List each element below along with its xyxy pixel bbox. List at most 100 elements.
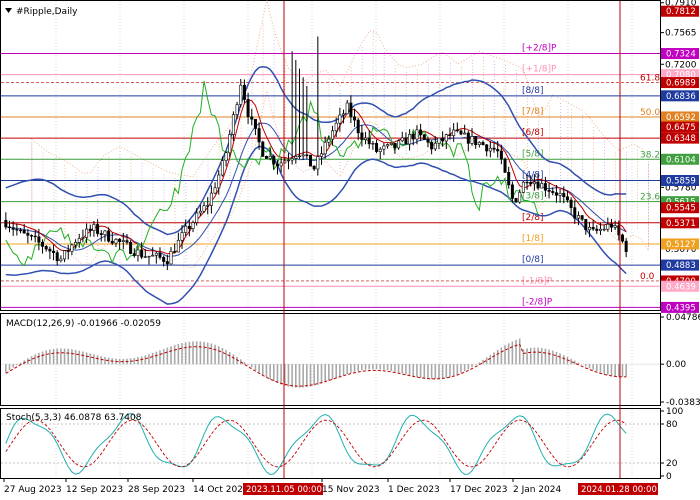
candle-body xyxy=(165,261,169,265)
candle-body xyxy=(620,234,624,242)
price-tag-1: 0.7324 xyxy=(666,50,696,60)
candle-body xyxy=(448,134,452,136)
chart-canvas[interactable]: [+2/8]P[+1/8]P[8/8][7/8][6/8][5/8][4/8][… xyxy=(0,0,700,500)
candle-body xyxy=(184,225,188,233)
price-tag-5: 0.6592 xyxy=(666,113,696,123)
candle-body xyxy=(41,242,45,247)
candle-body xyxy=(209,192,213,206)
price-tag-0: 0.7812 xyxy=(666,7,696,17)
candle-body xyxy=(477,142,481,145)
macd-tick-label-1: 0.00 xyxy=(666,360,686,370)
candle-body xyxy=(624,240,628,252)
murrey-label-1: [+1/8]P xyxy=(522,65,557,75)
candle-body xyxy=(356,119,360,134)
candle-body xyxy=(609,223,613,228)
candle-body xyxy=(543,183,547,191)
candle-body xyxy=(400,137,404,142)
murrey-label-0: [+2/8]P xyxy=(522,44,557,54)
candle-body xyxy=(510,184,514,199)
murrey-label-12: [-2/8]P xyxy=(522,297,553,307)
candle-body xyxy=(320,153,324,157)
candle-body xyxy=(206,205,210,207)
candle-body xyxy=(408,134,412,145)
candle-body xyxy=(279,162,283,167)
candle-body xyxy=(488,147,492,152)
price-pane[interactable] xyxy=(0,0,661,311)
candle-body xyxy=(272,155,276,165)
candle-body xyxy=(52,250,56,253)
fib-label-4: 0.0 xyxy=(640,272,655,282)
candle-body xyxy=(180,232,184,241)
candle-body xyxy=(242,84,246,100)
time-axis: 27 Aug 2023 12 Sep 2023 28 Sep 2023 14 Oct … xyxy=(3,478,658,495)
candle-body xyxy=(562,193,566,198)
candle-body xyxy=(191,222,195,229)
candle-body xyxy=(55,252,59,262)
candle-body xyxy=(26,232,30,236)
time-highlight-1: 2024.01.28 00:00 xyxy=(581,485,657,495)
price-tick-label-1: 0.7565 xyxy=(665,29,697,39)
time-highlight-0: 2023.11.05 00:00 xyxy=(246,485,322,495)
time-label-0: 27 Aug 2023 xyxy=(4,485,62,495)
candle-body xyxy=(521,181,525,193)
window-title: #Ripple,Daily xyxy=(16,7,78,17)
candle-body xyxy=(426,139,430,143)
chart-window[interactable]: [+2/8]P [+1/8]P [8/8] [7/8] [6/8] [5/8] [4/8][… xyxy=(0,0,700,500)
candle-body xyxy=(224,152,228,161)
fib-label-0: 61.8 xyxy=(640,74,660,84)
price-tick-label-2: 0.7200 xyxy=(665,60,697,70)
candle-body xyxy=(367,137,371,145)
candle-body xyxy=(312,165,316,170)
candle-body xyxy=(389,142,393,145)
price-tag-12: 0.5371 xyxy=(666,219,696,229)
candle-body xyxy=(540,183,544,189)
candle-body xyxy=(4,219,8,228)
candle-body xyxy=(297,155,301,158)
candle-body xyxy=(92,224,96,231)
candle-body xyxy=(382,145,386,150)
candle-body xyxy=(334,122,338,132)
fib-label-3: 23.6 xyxy=(640,193,660,203)
candle-body xyxy=(345,102,349,115)
candle-body xyxy=(136,249,140,256)
murrey-label-2: [8/8] xyxy=(522,86,544,96)
fib-label-2: 38.2 xyxy=(640,150,660,160)
candle-body xyxy=(290,158,294,161)
time-label-5: 1 Dec 2023 xyxy=(388,485,440,495)
candle-body xyxy=(44,246,48,250)
candle-body xyxy=(217,174,221,189)
price-tag-4: 0.6836 xyxy=(666,92,696,102)
candle-body xyxy=(481,142,485,146)
candle-body xyxy=(455,129,459,132)
candle-body xyxy=(397,140,401,149)
candle-body xyxy=(301,154,305,157)
price-tag-17: 0.4395 xyxy=(666,303,696,313)
candle-body xyxy=(70,244,74,252)
time-label-1: 12 Sep 2023 xyxy=(66,485,123,495)
candle-body xyxy=(342,113,346,116)
murrey-label-10: [0/8] xyxy=(522,255,544,265)
candle-body xyxy=(85,228,89,238)
candle-body xyxy=(587,226,591,231)
candle-body xyxy=(228,134,232,154)
candle-body xyxy=(598,228,602,231)
macd-label: MACD(12,26,9) -0.01966 -0.02059 xyxy=(6,319,161,329)
candle-body xyxy=(103,230,107,235)
candle-body xyxy=(485,144,489,152)
candle-body xyxy=(536,181,540,189)
candle-body xyxy=(316,156,320,170)
candle-body xyxy=(499,150,503,160)
candle-body xyxy=(8,226,12,229)
candle-body xyxy=(514,198,518,203)
stoch-label: Stoch(5,3,3) 46.0878 63.7408 xyxy=(6,413,142,423)
candle-body xyxy=(371,142,375,145)
candle-body xyxy=(202,205,206,212)
time-label-6: 17 Dec 2023 xyxy=(450,485,508,495)
candle-body xyxy=(257,128,261,143)
candle-body xyxy=(338,114,342,124)
stoch-tick-label-1: 80 xyxy=(666,420,678,430)
stoch-tick-label-2: 20 xyxy=(666,459,678,469)
price-tag-16: 0.4639 xyxy=(666,282,696,292)
candle-body xyxy=(430,141,434,150)
candle-body xyxy=(195,212,199,223)
